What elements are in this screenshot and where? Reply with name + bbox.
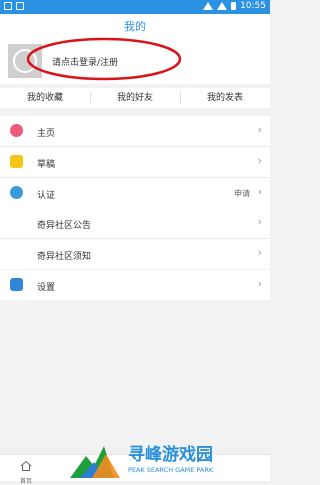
- signal-icon: [217, 2, 228, 10]
- home-icon: [10, 124, 23, 137]
- tab-posts[interactable]: 我的发表: [180, 88, 270, 108]
- apply-label: 申请: [234, 189, 250, 198]
- menu-item-verify[interactable]: 认证 申请 ›: [0, 178, 270, 208]
- menu-group-settings: 设置 ›: [0, 270, 270, 300]
- status-time: 10:55: [240, 1, 266, 11]
- menu-item-drafts[interactable]: 草稿 ›: [0, 147, 270, 178]
- red-ellipse-annotation: [26, 37, 182, 81]
- verify-icon: [10, 186, 23, 199]
- battery-icon: [231, 2, 237, 10]
- page-title: 我的: [124, 20, 146, 33]
- menu-item-home[interactable]: 主页 ›: [0, 116, 270, 147]
- menu-group-main: 主页 › 草稿 › 认证 申请 ›: [0, 116, 270, 208]
- watermark-logo: 寻峰游戏园 PEAK SEARCH GAME PARK: [70, 444, 214, 478]
- draft-icon: [10, 155, 23, 168]
- menu-item-announcement[interactable]: 奇异社区公告 ›: [0, 208, 270, 239]
- tab-friends[interactable]: 我的好友: [90, 88, 180, 108]
- chevron-right-icon: ›: [257, 123, 262, 136]
- menu-item-notice[interactable]: 奇异社区须知 ›: [0, 239, 270, 269]
- settings-icon: [10, 278, 23, 291]
- watermark-subtitle: PEAK SEARCH GAME PARK: [128, 466, 214, 474]
- menu-group-community: 奇异社区公告 › 奇异社区须知 ›: [0, 208, 270, 269]
- profile-card[interactable]: 请点击登录/注册: [0, 37, 270, 84]
- chevron-right-icon: ›: [257, 185, 262, 198]
- chevron-right-icon: ›: [257, 215, 262, 228]
- status-bar: 10:55: [0, 0, 270, 14]
- chevron-right-icon: ›: [257, 154, 262, 167]
- tab-favorites[interactable]: 我的收藏: [0, 88, 90, 108]
- notification-icon: [4, 2, 12, 10]
- watermark-title: 寻峰游戏园: [128, 444, 213, 465]
- chevron-right-icon: ›: [257, 246, 262, 259]
- app-notification-icon: [16, 2, 24, 10]
- home-nav-icon: [20, 460, 32, 471]
- profile-tabs: 我的收藏 我的好友 我的发表: [0, 88, 270, 108]
- page-header: 我的: [0, 14, 270, 38]
- nav-home[interactable]: 首页: [12, 457, 40, 485]
- wifi-icon: [203, 2, 214, 10]
- menu-item-settings[interactable]: 设置 ›: [0, 270, 270, 300]
- chevron-right-icon: ›: [257, 277, 262, 290]
